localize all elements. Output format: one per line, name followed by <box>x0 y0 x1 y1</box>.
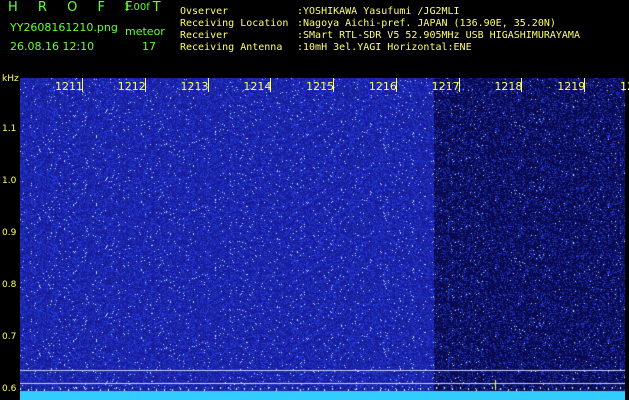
observer-value: :YOSHIKAWA Yasufumi /JG2MLI <box>297 6 460 17</box>
y-tick-label: 1.0 <box>2 175 17 186</box>
location-value: :Nagoya Aichi-pref. JAPAN (136.90E, 35.2… <box>297 18 556 29</box>
x-tick-label: 1212 <box>117 80 146 93</box>
x-tick-label: 1215 <box>306 80 335 93</box>
antenna-label: Receiving Antenna <box>180 42 283 53</box>
observer-label: Ovserver <box>180 6 229 17</box>
receiver-value: :SMart RTL-SDR V5 52.905MHz USB HIGASHIM… <box>297 30 580 41</box>
app-version: 1.00f <box>124 2 150 13</box>
y-tick-label: 0.8 <box>2 279 17 290</box>
x-tick-label: 1219 <box>557 80 586 93</box>
x-tick-label: 1214 <box>243 80 272 93</box>
spectrogram-plot <box>20 78 625 400</box>
x-tick-label: 1211 <box>55 80 83 93</box>
x-tick-label: 1220 <box>620 80 629 93</box>
antenna-value: :10mH 3el.YAGI Horizontal:ENE <box>297 42 472 53</box>
x-tick-label: 1216 <box>368 80 397 93</box>
receiver-label: Receiver <box>180 30 229 41</box>
x-tick-label: 1217 <box>431 80 460 93</box>
x-tick-label: 1213 <box>180 80 209 93</box>
y-tick-label: 0.6 <box>2 383 17 394</box>
capture-timestamp: 26.08.16 12:10 <box>10 40 95 53</box>
x-tick-label: 1218 <box>494 80 523 93</box>
detection-type-label: meteor <box>125 25 165 38</box>
y-tick-label: 0.9 <box>2 227 17 238</box>
y-tick-label: 1.1 <box>2 123 17 134</box>
y-axis-label: kHz <box>2 74 19 84</box>
y-tick-label: 0.7 <box>2 331 17 342</box>
image-filename: YY2608161210.png <box>10 21 118 34</box>
detection-count: 17 <box>142 40 156 53</box>
spectrogram-canvas <box>20 78 625 400</box>
location-label: Receiving Location <box>180 18 289 29</box>
